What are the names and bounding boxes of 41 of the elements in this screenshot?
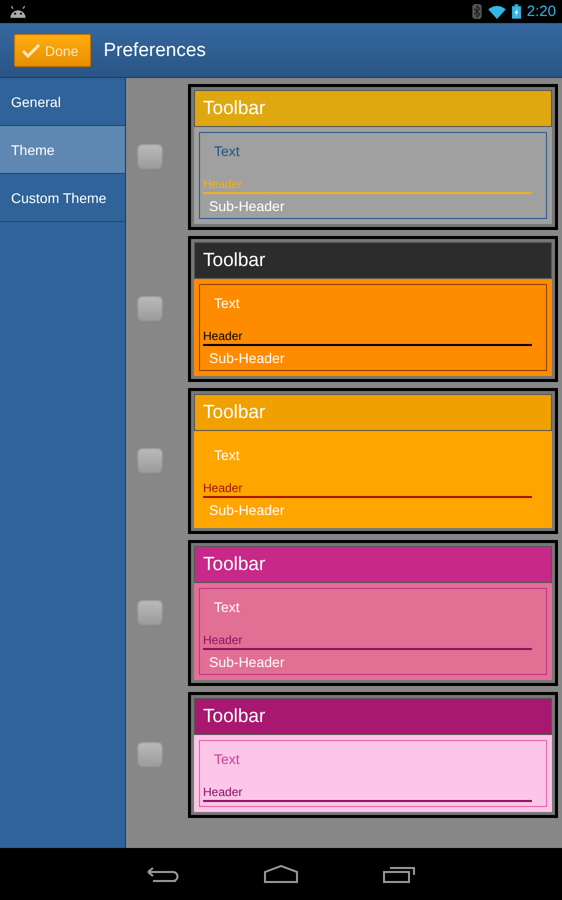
bluetooth-icon [472,4,482,19]
check-icon [21,42,41,58]
sidebar-item[interactable]: Theme [0,126,125,174]
sample-sub-header: Sub-Header [208,349,286,366]
toolbar-preview: Toolbar [194,394,552,431]
battery-icon [512,4,521,19]
theme-preview-card[interactable]: Toolbar Text Header Sub-Header [188,388,558,534]
checkbox[interactable] [137,600,163,626]
theme-preview-card[interactable]: Toolbar Text Header Sub-Header [188,84,558,230]
sample-text: Text [213,142,241,161]
checkbox[interactable] [137,742,163,768]
sidebar-item[interactable]: Custom Theme [0,174,125,222]
sample-header: Header [203,785,532,802]
toolbar-preview: Toolbar [194,90,552,127]
checkbox[interactable] [137,144,163,170]
back-icon[interactable] [145,865,179,883]
sample-header: Header [203,633,532,650]
theme-preview-card[interactable]: Toolbar Text Header Sub-Header [188,540,558,686]
sample-text: Text [213,598,241,617]
checkbox[interactable] [137,448,163,474]
toolbar-preview: Toolbar [194,546,552,583]
sample-header: Header [203,481,532,498]
clock-time: 2:20 [526,3,556,20]
recent-apps-icon[interactable] [383,865,417,883]
checkbox[interactable] [137,296,163,322]
sample-text: Text [213,446,241,465]
sample-text: Text [213,750,241,769]
home-icon[interactable] [264,865,298,883]
sample-sub-header: Sub-Header [208,653,286,670]
android-icon [8,4,28,18]
sample-sub-header: Sub-Header [208,501,286,518]
sample-header: Header [203,329,532,346]
theme-preview-card[interactable]: Toolbar Text Header Sub-Header [188,236,558,382]
sample-header: Header [203,177,532,194]
sample-text: Text [213,294,241,313]
screen-title: Preferences [103,40,206,62]
theme-preview-card[interactable]: Toolbar Text Header [188,692,558,818]
toolbar-preview: Toolbar [194,242,552,279]
sample-sub-header: Sub-Header [208,197,286,214]
toolbar-preview: Toolbar [194,698,552,735]
wifi-icon [488,4,506,18]
